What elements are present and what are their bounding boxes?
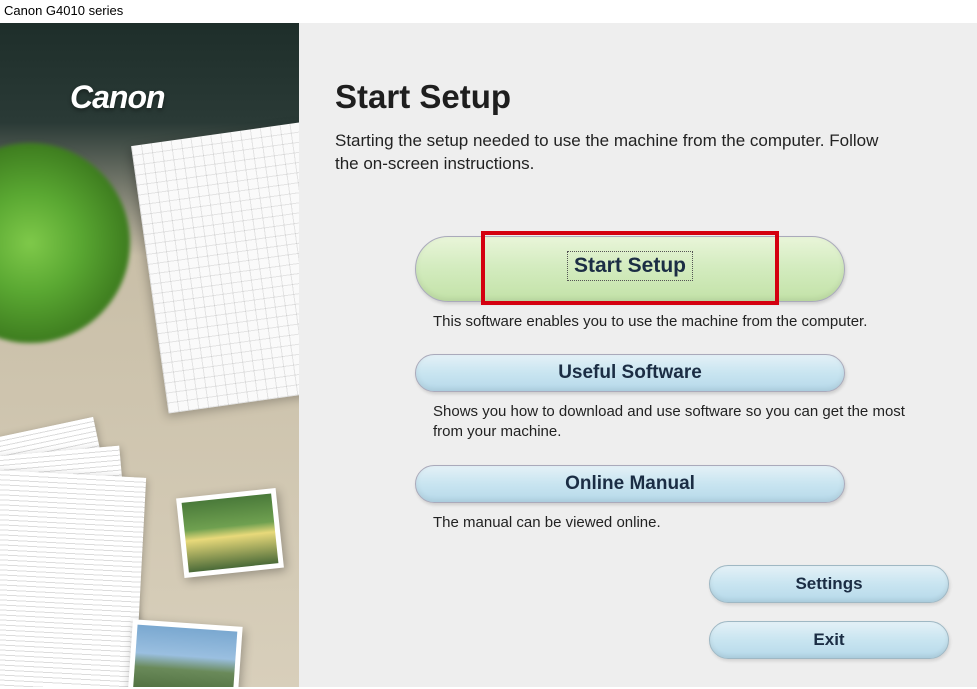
photo-graphic: [176, 488, 284, 578]
start-setup-button[interactable]: Start Setup: [415, 236, 845, 302]
page-intro: Starting the setup needed to use the mac…: [335, 130, 895, 176]
primary-actions: Start Setup This software enables you to…: [415, 236, 935, 533]
plant-graphic: [0, 143, 130, 343]
photo-graphic: [127, 619, 242, 687]
document-graphic: [0, 468, 146, 687]
canon-logo: Canon: [70, 79, 165, 116]
page-title: Start Setup: [335, 78, 957, 116]
content-area: Canon Start Setup Starting the setup nee…: [0, 23, 977, 687]
useful-software-button[interactable]: Useful Software: [415, 354, 845, 392]
online-manual-button[interactable]: Online Manual: [415, 465, 845, 503]
settings-button[interactable]: Settings: [709, 565, 949, 603]
blueprint-graphic: [131, 122, 299, 413]
online-manual-helper: The manual can be viewed online.: [433, 513, 923, 533]
footer-actions: Settings Exit: [709, 565, 949, 659]
left-illustration-panel: Canon: [0, 23, 299, 687]
window-title: Canon G4010 series: [0, 0, 977, 23]
start-setup-helper: This software enables you to use the mac…: [433, 312, 923, 332]
main-panel: Start Setup Starting the setup needed to…: [299, 23, 977, 687]
start-setup-label: Start Setup: [567, 251, 693, 281]
useful-software-helper: Shows you how to download and use softwa…: [433, 402, 923, 443]
exit-button[interactable]: Exit: [709, 621, 949, 659]
